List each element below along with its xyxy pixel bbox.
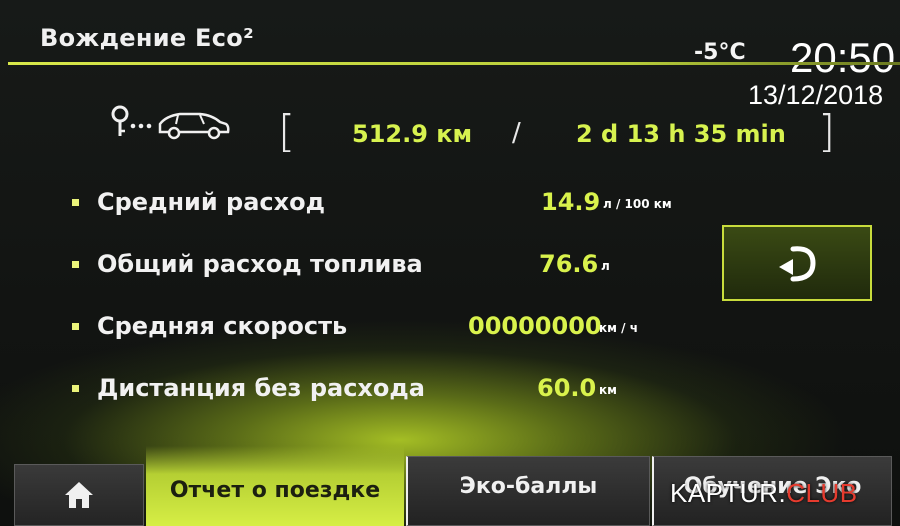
stat-value: 00000000 [468, 312, 602, 340]
bullet-icon [72, 323, 79, 330]
stat-unit: л [601, 259, 610, 273]
reset-trip-button[interactable] [722, 225, 872, 301]
tab-trip-report[interactable]: Отчет о поездке [146, 446, 404, 526]
stat-row-total-fuel: Общий расход топлива 76.6 л [0, 246, 720, 286]
stat-row-avg-speed: Средняя скорость 00000000 км / ч [0, 308, 720, 348]
stat-label: Общий расход топлива [97, 250, 423, 278]
bullet-icon [72, 261, 79, 268]
bullet-icon [72, 385, 79, 392]
watermark: KAPTUR.CLUB [670, 478, 858, 509]
page-title: Вождение Eco² [40, 24, 254, 52]
stat-label: Средний расход [97, 188, 325, 216]
stat-row-avg-consumption: Средний расход 14.9 л / 100 км [0, 184, 720, 224]
stat-unit: км [599, 383, 617, 397]
trip-distance: 512.9 км [352, 120, 473, 148]
bullet-icon [72, 199, 79, 206]
stat-value: 76.6 [539, 250, 599, 278]
reset-arrow-icon [779, 246, 816, 282]
bracket-close: ] [818, 106, 836, 157]
tab-home[interactable] [14, 464, 144, 526]
date: 13/12/2018 [748, 80, 884, 110]
stat-unit: л / 100 км [603, 197, 672, 211]
eco-driving-screen: Вождение Eco² -5°C 20:50 13/12/2018 [ 51… [0, 0, 900, 526]
header-divider [8, 62, 900, 65]
bracket-open: [ [278, 106, 296, 157]
stat-label: Дистанция без расхода [97, 374, 425, 402]
tab-eco-points[interactable]: Эко-баллы [406, 456, 650, 526]
trip-separator: / [512, 118, 521, 148]
home-icon [65, 482, 93, 508]
trip-duration: 2 d 13 h 35 min [576, 120, 786, 148]
stat-value: 14.9 [541, 188, 601, 216]
stat-label: Средняя скорость [97, 312, 348, 340]
stat-row-free-distance: Дистанция без расхода 60.0 км [0, 370, 720, 410]
watermark-club: CLUB [786, 478, 858, 508]
trip-car-icon [111, 105, 230, 140]
stat-unit: км / ч [599, 321, 638, 335]
stat-value: 60.0 [537, 374, 597, 402]
clock: 20:50 [790, 34, 896, 81]
watermark-brand: KAPTUR. [670, 478, 787, 508]
